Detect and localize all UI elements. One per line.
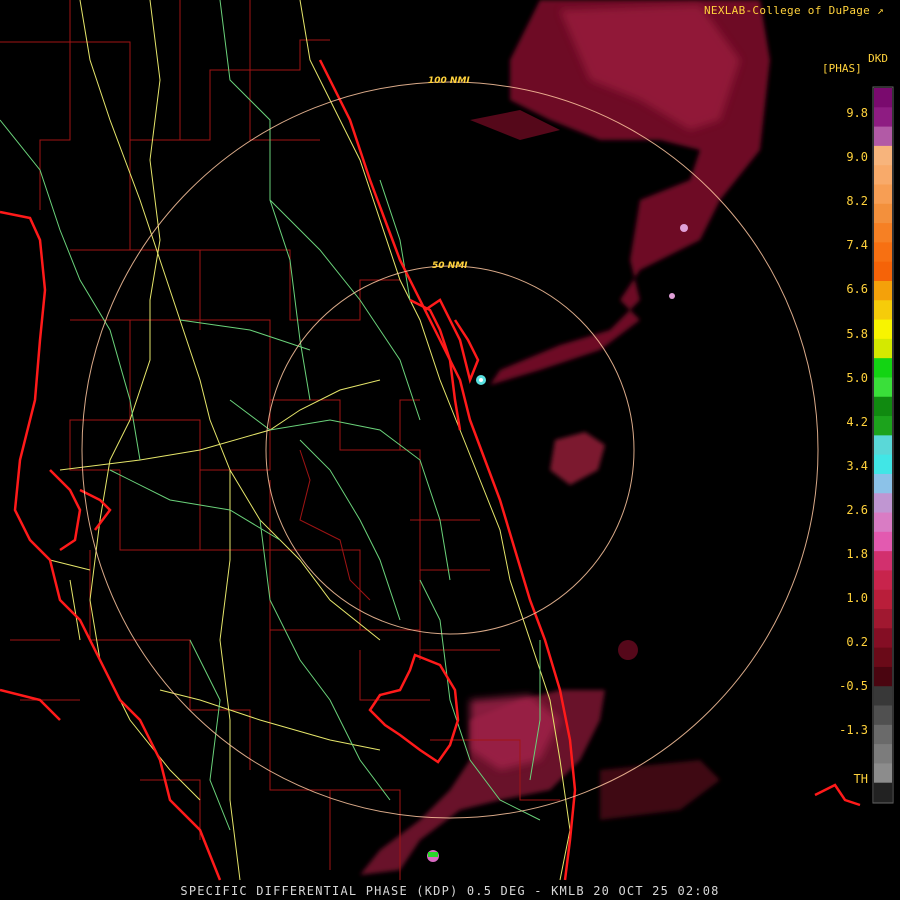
echo-hotspot-northeast xyxy=(680,224,688,232)
color-legend-swatch xyxy=(874,724,892,745)
legend-tick-label: 8.2 xyxy=(846,194,868,209)
range-ring-100nmi-label: 100 NMI xyxy=(428,76,470,86)
color-legend-swatch xyxy=(874,609,892,629)
legend-tick-label: -0.5 xyxy=(839,679,868,694)
legend-product: DKD xyxy=(868,52,888,65)
color-legend-swatch xyxy=(874,763,892,784)
lake-okeechobee xyxy=(368,653,460,764)
legend-tick-label: 9.0 xyxy=(846,150,868,165)
legend-tick-label: 4.2 xyxy=(846,414,868,429)
color-legend-swatch xyxy=(874,744,892,764)
color-legend-swatch xyxy=(874,223,892,243)
color-legend-swatch xyxy=(874,107,892,128)
legend-tick-label: -1.3 xyxy=(839,723,868,738)
echo-offshore-cell xyxy=(550,432,605,485)
legend-tick-label: 1.8 xyxy=(846,547,868,561)
color-legend-swatch xyxy=(874,666,892,687)
color-legend-swatch xyxy=(874,165,892,185)
color-legend-swatch xyxy=(874,454,892,475)
color-legend-swatch xyxy=(874,782,892,803)
color-legend-swatch xyxy=(874,145,892,166)
color-legend-swatch xyxy=(874,88,892,108)
color-legend-swatch xyxy=(874,358,892,378)
legend-tick-label: 0.2 xyxy=(846,635,868,650)
color-legend-swatch xyxy=(874,493,892,514)
radar-map[interactable]: 50 NMI 100 NMI xyxy=(0,0,900,900)
color-legend-swatch xyxy=(874,589,892,610)
color-legend-swatch xyxy=(874,300,892,321)
legend-tick-label: 2.6 xyxy=(846,502,868,517)
color-legend-swatch xyxy=(874,338,892,359)
credit-text[interactable]: NEXLAB-College of DuPage ↗ xyxy=(704,4,884,17)
color-legend-swatch xyxy=(874,551,892,571)
color-legend-swatch xyxy=(874,531,892,552)
echo-southeast-streak xyxy=(600,760,720,820)
legend-threshold-label: TH xyxy=(853,772,868,786)
color-legend-swatch xyxy=(874,242,892,263)
diagonal-arrow-icon: ↗ xyxy=(877,4,884,17)
color-legend-swatch xyxy=(874,396,892,417)
color-legend-swatch xyxy=(874,512,892,533)
color-legend-swatch xyxy=(874,570,892,591)
legend-tick-label: 7.4 xyxy=(846,238,868,253)
color-legend-swatch xyxy=(874,377,892,398)
color-legend-swatch xyxy=(874,126,892,147)
color-legend-bar xyxy=(872,86,894,804)
color-legend-swatch xyxy=(874,435,892,456)
color-legend-swatch xyxy=(874,203,892,224)
legend-tick-label: 9.8 xyxy=(846,106,868,120)
legend-tick-label: 3.4 xyxy=(846,458,868,473)
color-legend-swatch xyxy=(874,319,892,340)
color-legend-swatch xyxy=(874,416,892,436)
legend-tick-label: 6.6 xyxy=(846,282,868,297)
color-legend-swatch xyxy=(874,628,892,649)
legend-tick-label: 1.0 xyxy=(846,591,868,606)
product-caption: SPECIFIC DIFFERENTIAL PHASE (KDP) 0.5 DE… xyxy=(180,884,720,898)
legend-tick-label: 5.8 xyxy=(846,326,868,341)
color-legend-swatch xyxy=(874,473,892,494)
color-legend-swatch xyxy=(874,686,892,707)
color-legend-swatch xyxy=(874,261,892,282)
color-legend-swatch xyxy=(874,705,892,726)
color-legend-swatch xyxy=(874,280,892,301)
radar-display: 50 NMI 100 NMI NEXLAB-College of DuPage … xyxy=(0,0,900,900)
color-legend-swatch xyxy=(874,184,892,205)
legend-units: [PHAS] xyxy=(822,62,862,75)
radar-echoes xyxy=(360,0,770,875)
legend-tick-label: 5.0 xyxy=(846,370,868,385)
range-ring-50nmi-label: 50 NMI xyxy=(432,261,468,271)
color-legend-swatch xyxy=(874,647,892,668)
